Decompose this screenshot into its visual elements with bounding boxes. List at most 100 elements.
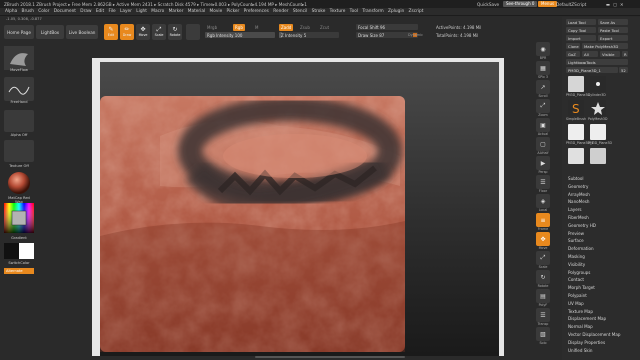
- tool-thumb-extra-1[interactable]: [568, 148, 584, 164]
- color-swatches[interactable]: [4, 243, 34, 259]
- tool-thumb-cylinder[interactable]: [590, 76, 606, 92]
- rgb-intensity-slider[interactable]: Rgb Intensity 100: [205, 32, 275, 38]
- close-icon[interactable]: ✕: [620, 2, 624, 7]
- clone-button[interactable]: Clone: [566, 43, 580, 49]
- menu-zscript[interactable]: Zscript: [409, 9, 424, 14]
- subpalette-uv-map[interactable]: UV Map: [568, 301, 584, 306]
- polyf-button[interactable]: ▤: [536, 289, 550, 303]
- menu-light[interactable]: Light: [136, 9, 147, 14]
- lightbox-tools-button[interactable]: Lightbox▸Tools: [566, 59, 628, 65]
- home-page-button[interactable]: Home Page: [4, 25, 34, 39]
- subpalette-polygroups[interactable]: Polygroups: [568, 270, 590, 275]
- see-through-slider[interactable]: See-through 0: [503, 0, 538, 8]
- floor-button[interactable]: ☰: [536, 175, 550, 189]
- bpr-button[interactable]: ◉: [536, 42, 550, 56]
- r-button[interactable]: R: [622, 51, 628, 57]
- subpalette-vector-displacement-map[interactable]: Vector Displacement Map: [568, 332, 620, 337]
- menu-alpha[interactable]: Alpha: [5, 9, 17, 14]
- menu-zplugin[interactable]: Zplugin: [388, 9, 404, 14]
- maximize-icon[interactable]: ▢: [613, 2, 617, 7]
- tool-thumb-polymesh[interactable]: [590, 100, 606, 116]
- alpha-thumbnail[interactable]: [4, 110, 34, 132]
- draw-tool-button[interactable]: ✏ Draw: [120, 24, 134, 40]
- scale-tool-button[interactable]: ⤢ Scale: [152, 24, 166, 40]
- frame-button[interactable]: ≡: [536, 213, 550, 227]
- subpalette-unified-skin[interactable]: Unified Skin: [568, 348, 592, 353]
- subpalette-fibermesh[interactable]: FiberMesh: [568, 215, 589, 220]
- zadd-toggle[interactable]: Zadd: [279, 24, 294, 31]
- quicksave-button[interactable]: QuickSave: [477, 0, 499, 8]
- mrgb-toggle[interactable]: Mrgb: [205, 24, 219, 31]
- menu-draw[interactable]: Draw: [80, 9, 91, 14]
- menu-texture[interactable]: Texture: [330, 9, 346, 14]
- subpalette-geometry-hd[interactable]: Geometry HD: [568, 223, 596, 228]
- subpalette-masking[interactable]: Masking: [568, 254, 585, 259]
- scale-button[interactable]: ⤢: [536, 251, 550, 265]
- edit-tool-button[interactable]: ✎ Edit: [104, 24, 118, 40]
- menu-macro[interactable]: Macro: [151, 9, 164, 14]
- dynamic-label[interactable]: Dynamic: [408, 33, 423, 37]
- menus-button[interactable]: Menus: [538, 0, 558, 8]
- menu-tool[interactable]: Tool: [350, 9, 358, 14]
- tool-thumb-plane-large[interactable]: [568, 76, 584, 92]
- default-zscript-button[interactable]: DefaultZScript: [556, 0, 586, 8]
- paste-tool-button[interactable]: Paste Tool: [598, 27, 628, 33]
- move-button[interactable]: ✥: [536, 232, 550, 246]
- material-preview[interactable]: [186, 24, 200, 40]
- copy-tool-button[interactable]: Copy Tool: [566, 27, 596, 33]
- menu-document[interactable]: Document: [54, 9, 76, 14]
- subpalette-visibility[interactable]: Visibility: [568, 262, 585, 267]
- subpalette-nanomesh[interactable]: NanoMesh: [568, 199, 589, 204]
- subpalette-preview[interactable]: Preview: [568, 231, 584, 236]
- actual-button[interactable]: ▣: [536, 118, 550, 132]
- menu-file[interactable]: File: [108, 9, 115, 14]
- menu-material[interactable]: Material: [188, 9, 205, 14]
- material-thumbnail[interactable]: [4, 171, 34, 195]
- brush-thumbnail[interactable]: [4, 46, 34, 70]
- spix-3-button[interactable]: ▦: [536, 61, 550, 75]
- menu-layer[interactable]: Layer: [120, 9, 132, 14]
- load-tool-button[interactable]: Load Tool: [566, 19, 596, 25]
- lightbox-button[interactable]: LightBox: [36, 25, 64, 39]
- current-tool-slider[interactable]: PM3D_Plane3D_1: [566, 67, 618, 73]
- tool-thumb-extra-2[interactable]: [590, 148, 606, 164]
- goz-button[interactable]: GoZ: [566, 51, 580, 57]
- subpalette-morph-target[interactable]: Morph Target: [568, 285, 595, 290]
- subpalette-geometry[interactable]: Geometry: [568, 184, 588, 189]
- menu-color[interactable]: Color: [38, 9, 49, 14]
- local-button[interactable]: ◈: [536, 194, 550, 208]
- z-intensity-slider[interactable]: Z Intensity 5: [279, 32, 339, 38]
- secondary-color-swatch[interactable]: [19, 243, 34, 259]
- all-button[interactable]: All: [582, 51, 598, 57]
- tool-thumb-plane[interactable]: [590, 124, 606, 140]
- subpalette-display-properties[interactable]: Display Properties: [568, 340, 605, 345]
- subpalette-subtool[interactable]: Subtool: [568, 176, 584, 181]
- export-button[interactable]: Export: [598, 35, 628, 41]
- solo-button[interactable]: ▧: [536, 327, 550, 341]
- zcut-toggle[interactable]: Zcut: [318, 24, 331, 31]
- tool-thumb-plane-current[interactable]: [568, 124, 584, 140]
- rgb-toggle[interactable]: Rgb: [233, 24, 245, 31]
- switch-color-label[interactable]: SwitchColor: [4, 261, 34, 265]
- texture-thumbnail[interactable]: [4, 140, 34, 162]
- persp-button[interactable]: ▶: [536, 156, 550, 170]
- menu-transform[interactable]: Transform: [362, 9, 383, 14]
- timeline-scrollbar[interactable]: [255, 356, 405, 358]
- subpalette-arraymesh[interactable]: ArrayMesh: [568, 192, 590, 197]
- menu-stencil[interactable]: Stencil: [293, 9, 308, 14]
- minimize-icon[interactable]: ▬: [606, 2, 610, 7]
- zoom-button[interactable]: ⤢: [536, 99, 550, 113]
- subpalette-deformation[interactable]: Deformation: [568, 246, 594, 251]
- subpalette-displacement-map[interactable]: Displacement Map: [568, 316, 606, 321]
- m-toggle[interactable]: M: [253, 24, 260, 31]
- save-as-button[interactable]: Save As: [598, 19, 628, 25]
- zsub-toggle[interactable]: Zsub: [298, 24, 312, 31]
- scroll-button[interactable]: ↗: [536, 80, 550, 94]
- focal-shift-slider[interactable]: Focal Shift 96: [356, 24, 418, 30]
- subpalette-layers[interactable]: Layers: [568, 207, 582, 212]
- terrain-mesh[interactable]: [100, 96, 405, 352]
- menu-marker[interactable]: Marker: [169, 9, 184, 14]
- tool-thumb-simplebrush[interactable]: S: [568, 100, 584, 116]
- menu-brush[interactable]: Brush: [22, 9, 34, 14]
- subpalette-surface[interactable]: Surface: [568, 238, 584, 243]
